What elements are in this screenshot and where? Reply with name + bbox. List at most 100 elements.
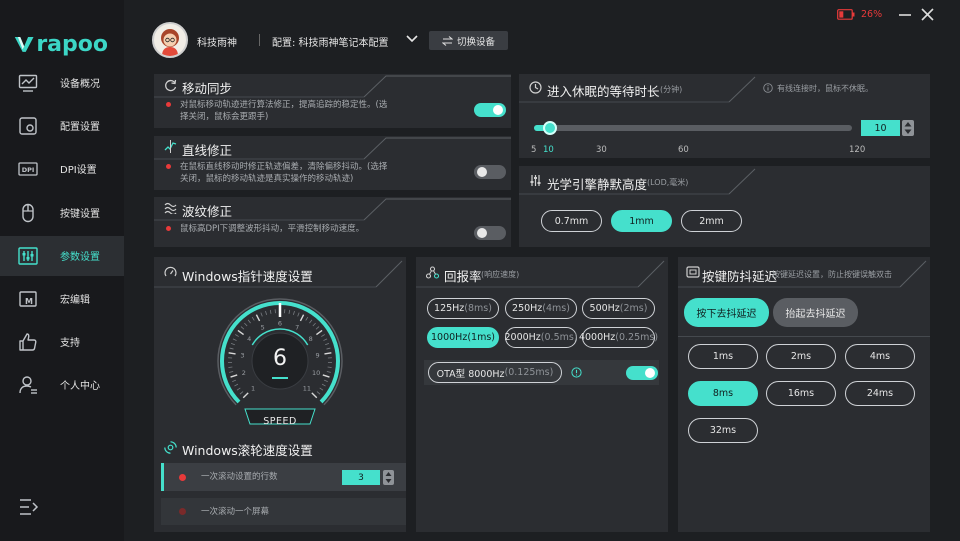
rate-label: 250Hz	[512, 303, 543, 314]
gauge-tick	[251, 316, 255, 321]
sleep-tick-120: 120	[849, 145, 866, 155]
gauge-tick	[305, 316, 309, 321]
nav-label: 参数设置	[60, 252, 100, 263]
sleep-panel: 进入休眠的等待时长 (分钟) 有线连接时，鼠标不休眠。 10 5 10 30 6…	[519, 74, 930, 158]
swap-icon	[441, 35, 453, 46]
lod-option-0[interactable]: 0.7mm	[541, 210, 602, 232]
gauge-tick	[237, 329, 245, 336]
chevron-down-icon[interactable]	[406, 34, 418, 44]
lod-option-2[interactable]: 2mm	[681, 210, 742, 232]
scroll-option-screen[interactable]: 一次滚动一个屏幕	[161, 498, 406, 525]
sidebar: rapoo 设备概况 配置设置 DPI DPI设置 按键设置 参数设置 M 宏编…	[0, 0, 124, 541]
gauge-scale-label: 7	[295, 324, 299, 332]
gauge-tick	[236, 387, 241, 391]
debounce-option-1ms[interactable]: 1ms	[688, 344, 758, 369]
debounce-option-32ms[interactable]: 32ms	[688, 418, 758, 443]
ms-label: (2ms)	[619, 303, 648, 314]
macro-icon: M	[19, 291, 37, 307]
nav-label: 设备概况	[60, 79, 100, 90]
gauge-scale-label: 3	[240, 352, 244, 360]
lod-option-1[interactable]: 1mm	[611, 210, 672, 232]
battery-icon	[837, 9, 855, 20]
selected-indicator	[161, 463, 164, 491]
ripple-toggle[interactable]	[474, 226, 506, 240]
polling-option-1000[interactable]: 1000Hz (1ms)	[427, 327, 499, 348]
sleep-note: 有线连接时，鼠标不休眠。	[777, 84, 873, 93]
nav-item-support[interactable]: 支持	[0, 322, 124, 362]
nav-item-params[interactable]: 参数设置	[0, 236, 124, 276]
sleep-slider-knob[interactable]	[542, 121, 557, 135]
sleep-stepper[interactable]	[902, 120, 914, 136]
tab-release-debounce[interactable]: 抬起去抖延迟	[773, 298, 858, 327]
debounce-option-2ms[interactable]: 2ms	[766, 344, 836, 369]
header-decor	[678, 260, 927, 288]
svg-text:DPI: DPI	[22, 166, 35, 174]
ota-toggle[interactable]	[626, 366, 658, 380]
scroll-lines-stepper[interactable]	[383, 470, 394, 485]
bullet-dot	[166, 102, 171, 107]
nav-item-dpi[interactable]: DPI DPI设置	[0, 149, 124, 189]
rate-label: 500Hz	[589, 303, 620, 314]
ota-ms-label: (0.125ms)	[504, 367, 554, 378]
bullet-dot	[166, 226, 171, 231]
radio-unselected[interactable]	[179, 508, 186, 515]
polling-option-2000[interactable]: 2000Hz (0.5ms)	[504, 327, 578, 348]
sleep-slider-track[interactable]	[534, 125, 852, 131]
gauge-scale-label: 10	[312, 369, 320, 377]
angle-snap-toggle[interactable]	[474, 165, 506, 179]
gauge-tick	[255, 314, 261, 322]
polling-option-4000[interactable]: 4000Hz (0.25ms)	[579, 327, 658, 348]
debounce-option-4ms[interactable]: 4ms	[845, 344, 915, 369]
nav-label: 个人中心	[60, 381, 100, 392]
username: 科技雨神	[197, 38, 237, 49]
debounce-option-24ms[interactable]: 24ms	[845, 381, 915, 406]
motion-sync-toggle[interactable]	[474, 103, 506, 117]
angle-snap-panel: 直线修正 在鼠标直线移动时修正轨迹偏差，清除偏移抖动。(选择关闭，鼠标的移动轨迹…	[154, 136, 511, 190]
gauge-tick	[234, 383, 239, 387]
brand-logo: rapoo	[14, 30, 108, 58]
avatar-icon	[161, 29, 179, 56]
bullet-dot	[166, 164, 171, 169]
gauge-tick	[244, 322, 248, 327]
divider	[259, 34, 260, 46]
gauge-tick	[230, 343, 235, 346]
gauge-tick	[228, 366, 233, 368]
sleep-value-input[interactable]: 10	[861, 120, 900, 136]
polling-option-125[interactable]: 125Hz (8ms)	[427, 298, 499, 319]
nav-item-config[interactable]: 配置设置	[0, 106, 124, 146]
nav-item-buttons[interactable]: 按键设置	[0, 193, 124, 233]
debounce-option-16ms[interactable]: 16ms	[766, 381, 836, 406]
menu-collapse-icon[interactable]	[19, 498, 39, 516]
scroll-lines-input[interactable]: 3	[342, 470, 380, 485]
nav-item-macro[interactable]: M 宏编辑	[0, 279, 124, 319]
polling-option-500[interactable]: 500Hz (2ms)	[582, 298, 655, 319]
switch-device-button[interactable]: 切换设备	[429, 31, 508, 50]
minimize-icon[interactable]	[899, 13, 911, 17]
radio-selected[interactable]	[179, 474, 186, 481]
gauge-scale-label: 5	[261, 324, 265, 332]
brand-text: rapoo	[36, 31, 108, 57]
config-label: 配置: 科技雨神笔记本配置	[272, 38, 389, 49]
avatar[interactable]	[152, 22, 188, 58]
info-icon[interactable]	[571, 367, 582, 378]
scroll-option-lines[interactable]: 一次滚动设置的行数 3	[161, 463, 406, 491]
debounce-option-8ms[interactable]: 8ms	[688, 381, 758, 406]
ota-option[interactable]: OTA型 8000Hz (0.125ms)	[428, 362, 562, 383]
gauge-scale-label: 8	[309, 335, 313, 343]
ota-row: OTA型 8000Hz (0.125ms)	[424, 360, 659, 385]
gauge-tick	[322, 374, 330, 378]
info-icon	[763, 83, 773, 93]
polling-option-250[interactable]: 250Hz (4ms)	[505, 298, 577, 319]
header-decor	[154, 75, 511, 98]
ms-label: (4ms)	[542, 303, 570, 314]
nav-item-profile[interactable]: 个人中心	[0, 365, 124, 405]
svg-text:M: M	[25, 297, 33, 306]
nav-item-overview[interactable]: 设备概况	[0, 63, 124, 103]
tab-press-debounce[interactable]: 按下去抖延迟	[684, 298, 769, 327]
close-icon[interactable]	[921, 8, 934, 21]
gauge-tick	[260, 312, 263, 317]
nav-label: 按键设置	[60, 209, 100, 220]
gauge-tick	[325, 343, 330, 346]
gauge-tick	[229, 347, 234, 350]
rate-label: 2000Hz	[504, 332, 541, 343]
